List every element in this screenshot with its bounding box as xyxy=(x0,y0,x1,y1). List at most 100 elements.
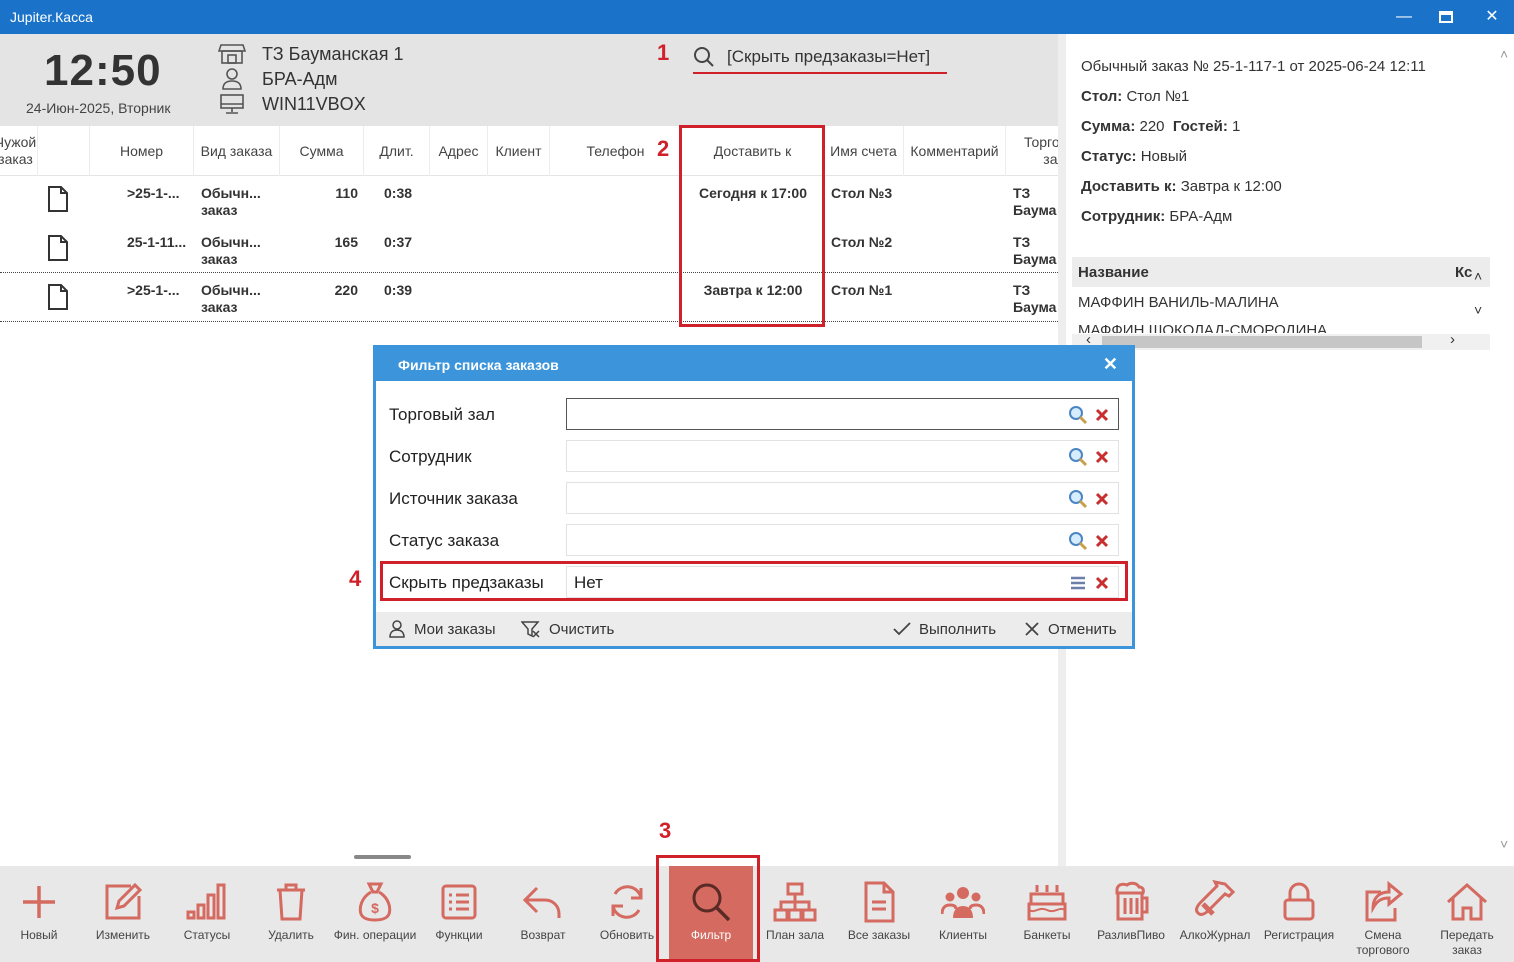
clear-icon[interactable] xyxy=(1092,447,1112,467)
change-hall-button[interactable]: Смена торгового xyxy=(1341,866,1425,962)
cell-duration: 0:38 xyxy=(384,185,413,201)
col-foreign[interactable]: Чужой заказ xyxy=(0,126,38,176)
annotation-1: 1 xyxy=(657,40,670,65)
filter-input-hall[interactable] xyxy=(566,398,1119,430)
undo-icon xyxy=(522,886,561,918)
col-account[interactable]: Имя счета xyxy=(824,126,904,176)
details-deliver-value: Завтра к 12:00 xyxy=(1180,178,1282,195)
scroll-up-icon[interactable]: ˄ xyxy=(1474,268,1482,284)
items-header-name: Название xyxy=(1078,264,1149,281)
highlight-filter-button xyxy=(656,855,760,962)
details-status: Статус: Новый xyxy=(1081,148,1187,165)
edit-icon xyxy=(105,882,143,920)
maximize-button[interactable] xyxy=(1426,3,1466,31)
return-button[interactable]: Возврат xyxy=(501,866,585,962)
shop-info: ТЗ Бауманская 1 xyxy=(216,42,403,66)
filter-input-employee[interactable] xyxy=(566,440,1119,472)
network-icon xyxy=(773,882,817,922)
hall-plan-button[interactable]: План зала xyxy=(753,866,837,962)
bar-chart-icon xyxy=(186,883,226,920)
details-sum-label: Сумма: xyxy=(1081,118,1136,135)
items-hscroll-thumb[interactable] xyxy=(1102,336,1422,348)
item-name: МАФФИН ШОКОЛАД-СМОРОДИНА xyxy=(1078,322,1328,333)
scroll-down-icon[interactable]: ˅ xyxy=(1474,302,1482,318)
minimize-button[interactable]: — xyxy=(1384,3,1424,31)
clients-button[interactable]: Клиенты xyxy=(921,866,1005,962)
col-address[interactable]: Адрес xyxy=(430,126,488,176)
table-row[interactable]: 25-1-11... Обычн... заказ 165 0:37 Стол … xyxy=(0,226,1058,275)
banquets-button[interactable]: Банкеты xyxy=(1005,866,1089,962)
computer-info: WIN11VBOX xyxy=(216,92,366,116)
filter-input-status[interactable] xyxy=(566,524,1119,556)
item-row[interactable]: МАФФИН ВАНИЛЬ-МАЛИНА xyxy=(1072,287,1490,317)
window-title: Jupiter.Касса xyxy=(10,9,93,25)
filter-input-source[interactable] xyxy=(566,482,1119,514)
col-duration[interactable]: Длит. xyxy=(364,126,430,176)
filter-label: Сотрудник xyxy=(389,447,472,466)
lookup-icon[interactable] xyxy=(1068,489,1088,509)
lookup-icon[interactable] xyxy=(1068,405,1088,425)
clear-icon[interactable] xyxy=(1092,405,1112,425)
close-button[interactable]: ✕ xyxy=(1472,3,1512,31)
draft-beer-button[interactable]: РазливПиво xyxy=(1089,866,1173,962)
cell-account: Стол №2 xyxy=(831,234,893,250)
cell-hall: ТЗ Баума xyxy=(1013,234,1057,267)
svg-text:$: $ xyxy=(371,900,379,916)
dialog-close-icon[interactable]: ✕ xyxy=(1103,354,1118,375)
toolbar-label: Регистрация xyxy=(1263,928,1335,942)
cell-sum: 165 xyxy=(334,234,358,250)
col-hall[interactable]: Торговый зал xyxy=(1006,126,1058,176)
col-comment[interactable]: Комментарий xyxy=(904,126,1006,176)
all-orders-button[interactable]: Все заказы xyxy=(837,866,921,962)
clear-icon[interactable] xyxy=(1092,489,1112,509)
run-button[interactable]: Выполнить xyxy=(893,618,996,640)
col-type[interactable]: Вид заказа xyxy=(194,126,280,176)
details-employee-label: Сотрудник: xyxy=(1081,208,1166,225)
col-client[interactable]: Клиент xyxy=(488,126,550,176)
cancel-button[interactable]: Отменить xyxy=(1024,618,1117,640)
user-info: БРА-Адм xyxy=(216,67,338,91)
details-employee-value: БРА-Адм xyxy=(1169,208,1233,225)
delete-button[interactable]: Удалить xyxy=(249,866,333,962)
my-orders-label: Мои заказы xyxy=(414,620,496,638)
scroll-right-icon[interactable]: › xyxy=(1450,331,1455,348)
fin-operations-button[interactable]: $ Фин. операции xyxy=(333,866,417,962)
table-row-selected[interactable]: >25-1-... Обычн... заказ 220 0:39 Завтра… xyxy=(0,272,1058,322)
panel-scroll-up-icon[interactable]: ˄ xyxy=(1500,46,1508,62)
item-row[interactable]: МАФФИН ШОКОЛАД-СМОРОДИНА xyxy=(1072,317,1490,333)
col-sum[interactable]: Сумма xyxy=(280,126,364,176)
lock-icon xyxy=(1283,882,1315,921)
lookup-icon[interactable] xyxy=(1068,447,1088,467)
dialog-title-bar: Фильтр списка заказов ✕ xyxy=(376,348,1132,381)
clear-icon[interactable] xyxy=(1092,531,1112,551)
edit-button[interactable]: Изменить xyxy=(81,866,165,962)
toolbar-label: Возврат xyxy=(520,928,566,942)
table-hscroll-thumb[interactable] xyxy=(354,855,411,859)
lookup-icon[interactable] xyxy=(1068,531,1088,551)
panel-scroll-down-icon[interactable]: ˅ xyxy=(1500,836,1508,852)
details-sum-value: 220 xyxy=(1139,118,1165,135)
filter-label: Источник заказа xyxy=(389,489,518,508)
details-employee: Сотрудник: БРА-Адм xyxy=(1081,208,1232,225)
computer-name: WIN11VBOX xyxy=(262,93,366,114)
filter-label: Статус заказа xyxy=(389,531,500,550)
date: 24-Июн-2025, Вторник xyxy=(26,100,171,116)
my-orders-button[interactable]: Мои заказы xyxy=(388,618,496,640)
shop-name: ТЗ Бауманская 1 xyxy=(262,43,404,64)
col-number[interactable]: Номер xyxy=(90,126,194,176)
filter-summary[interactable]: [Скрыть предзаказы=Нет] xyxy=(693,44,930,70)
registration-button[interactable]: Регистрация xyxy=(1257,866,1341,962)
toolbar-label: Удалить xyxy=(268,928,314,942)
cell-duration: 0:37 xyxy=(384,234,413,250)
statuses-button[interactable]: Статусы xyxy=(165,866,249,962)
alco-journal-button[interactable]: АлкоЖурнал xyxy=(1173,866,1257,962)
col-icon[interactable] xyxy=(38,126,90,176)
table-row[interactable]: >25-1-... Обычн... заказ 110 0:38 Сегодн… xyxy=(0,177,1058,226)
transfer-order-button[interactable]: Передать заказ xyxy=(1425,866,1509,962)
cake-icon xyxy=(1027,885,1067,921)
clear-filter-button[interactable]: Очистить xyxy=(521,618,614,640)
cell-type: Обычн... заказ xyxy=(201,185,261,218)
functions-button[interactable]: Функции xyxy=(417,866,501,962)
new-button[interactable]: Новый xyxy=(0,866,81,962)
cell-sum: 110 xyxy=(335,185,358,201)
